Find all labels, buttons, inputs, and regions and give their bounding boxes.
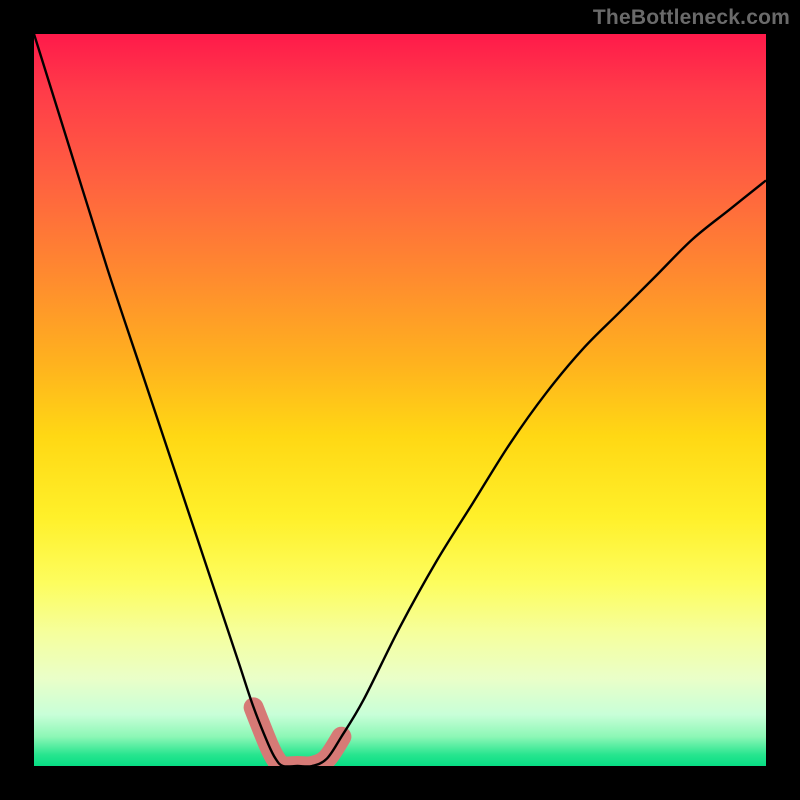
curve-svg <box>34 34 766 766</box>
chart-frame: TheBottleneck.com <box>0 0 800 800</box>
plot-area <box>34 34 766 766</box>
bottleneck-curve-path <box>34 34 766 766</box>
watermark-text: TheBottleneck.com <box>593 6 790 30</box>
